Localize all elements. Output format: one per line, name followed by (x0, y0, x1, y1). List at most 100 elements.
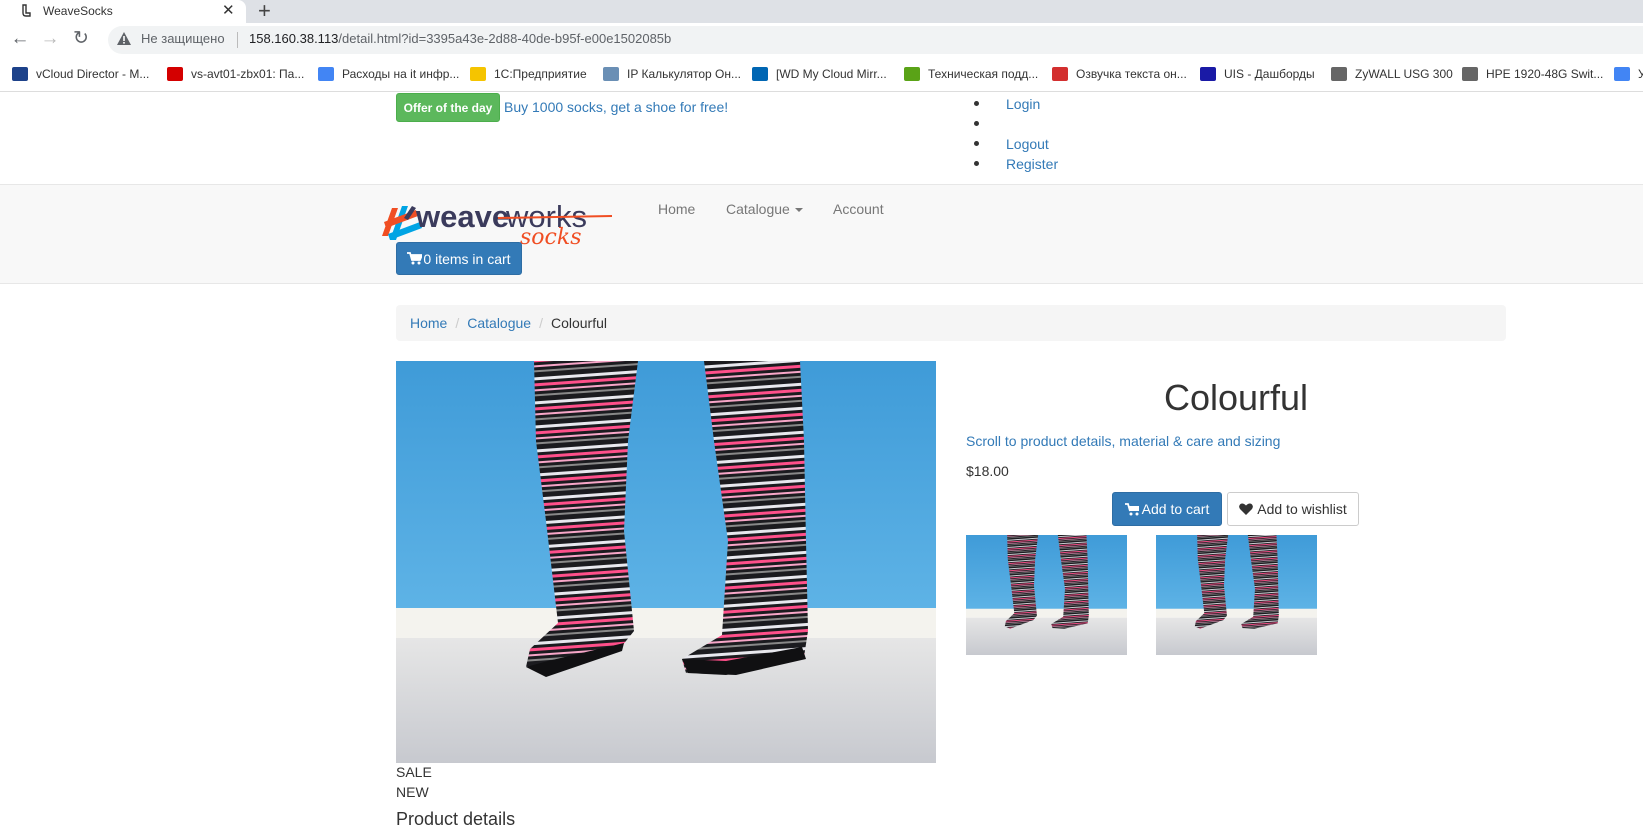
url-host: 158.160.38.113 (249, 31, 339, 46)
zabbix-icon (167, 67, 183, 81)
breadcrumb: Home / Catalogue / Colourful (396, 305, 1506, 341)
voice-icon (1052, 67, 1068, 81)
breadcrumb-current: Colourful (550, 315, 607, 331)
security-status: Не защищено (141, 31, 225, 46)
bookmark-label: Расходы на it инфр... (342, 67, 460, 81)
breadcrumb-separator: / (455, 315, 460, 331)
bookmarks-bar: vCloud Director - M... vs-avt01-zbx01: Па… (0, 56, 1643, 92)
user-menu: Login Logout Register (973, 94, 1058, 174)
bookmark-label: [WD My Cloud Mirr... (776, 67, 887, 81)
logout-link[interactable]: Logout (1006, 136, 1049, 152)
new-label: NEW (396, 784, 429, 800)
cart-icon (1124, 502, 1139, 515)
close-tab-icon[interactable]: ✕ (222, 0, 235, 22)
user-menu-item-login: Login (973, 94, 1058, 114)
product-main-image[interactable] (396, 361, 936, 763)
bookmark-item[interactable]: UIS - Дашборды (1200, 64, 1315, 84)
breadcrumb-home[interactable]: Home (410, 315, 447, 331)
breadcrumb-separator: / (539, 315, 543, 331)
tab-title: WeaveSocks (43, 4, 113, 18)
chevron-down-icon (794, 208, 803, 213)
bookmark-label: У (1638, 67, 1643, 81)
bookmark-item[interactable]: IP Калькулятор Он... (603, 64, 741, 84)
add-to-cart-button[interactable]: Add to cart (1112, 492, 1222, 526)
bookmark-item[interactable]: vCloud Director - M... (12, 64, 149, 84)
bookmark-label: vs-avt01-zbx01: Па... (191, 67, 305, 81)
site-navbar: weave works socks Home Catalogue Account… (0, 184, 1643, 284)
offer-of-the-day-button[interactable]: Offer of the day (396, 93, 500, 122)
logo-mark-icon: weave works socks (382, 199, 613, 250)
wd-icon (752, 67, 768, 81)
product-title: Colourful (1163, 377, 1309, 418)
bookmark-item[interactable]: ZyWALL USG 300 (1331, 64, 1453, 84)
address-bar[interactable]: Не защищено 158.160.38.113/detail.html?i… (108, 26, 1643, 54)
bookmark-item[interactable]: Расходы на it инфр... (318, 64, 459, 84)
svg-text:weave: weave (415, 200, 509, 234)
thumbnail-image (1156, 535, 1317, 655)
product-price: $18.00 (966, 463, 1009, 479)
bookmark-label: ZyWALL USG 300 (1355, 67, 1453, 81)
nav-catalogue-label: Catalogue (726, 201, 790, 217)
bookmark-item[interactable]: [WD My Cloud Mirr... (752, 64, 887, 84)
scroll-to-details-link[interactable]: Scroll to product details, material & ca… (966, 433, 1280, 449)
nav-account[interactable]: Account (833, 201, 884, 217)
bookmark-label: IP Калькулятор Он... (627, 67, 741, 81)
product-thumbnail[interactable] (1156, 535, 1317, 655)
bookmark-item[interactable]: 1С:Предприятие (470, 64, 587, 84)
bookmark-item[interactable]: vs-avt01-zbx01: Па... (167, 64, 304, 84)
cart-icon (407, 252, 423, 265)
cart-button[interactable]: 0 items in cart (396, 242, 522, 275)
bookmark-item[interactable]: У (1614, 64, 1643, 84)
globe-icon (1331, 67, 1347, 81)
product-details-heading: Product details (396, 809, 516, 829)
browser-tab-bar: WeaveSocks ✕ + (0, 0, 1643, 23)
striped-socks-photo (396, 361, 936, 763)
ip-calc-icon (603, 67, 619, 81)
cart-label: 0 items in cart (423, 250, 511, 267)
bookmark-item[interactable]: Озвучка текста он... (1052, 64, 1187, 84)
weavesocks-favicon-icon (22, 4, 31, 17)
add-to-wishlist-button[interactable]: Add to wishlist (1227, 492, 1359, 526)
product-thumbnail[interactable] (966, 535, 1127, 655)
nav-home[interactable]: Home (658, 201, 695, 217)
omnibox-divider (237, 32, 238, 48)
warning-icon[interactable] (116, 31, 132, 47)
heart-icon (1239, 503, 1254, 515)
breadcrumb-catalogue[interactable]: Catalogue (467, 315, 531, 331)
new-tab-button[interactable]: + (258, 0, 271, 24)
weaveworks-socks-logo[interactable]: weave works socks (380, 199, 620, 250)
page-content: Offer of the day Buy 1000 socks, get a s… (0, 92, 1643, 835)
google-icon (318, 67, 334, 81)
browser-toolbar: ← → ↻ Не защищено 158.160.38.113/detail.… (0, 23, 1643, 56)
bookmark-label: Техническая подд... (928, 67, 1039, 81)
login-link[interactable]: Login (1006, 96, 1040, 112)
bookmark-label: HPE 1920-48G Swit... (1486, 67, 1604, 81)
sale-label: SALE (396, 764, 432, 780)
url-text[interactable]: 158.160.38.113/detail.html?id=3395a43e-2… (249, 31, 671, 46)
url-path: /detail.html?id=3395a43e-2d88-40de-b95f-… (338, 31, 672, 46)
register-link[interactable]: Register (1006, 156, 1058, 172)
back-icon[interactable]: ← (9, 28, 31, 50)
bookmark-label: vCloud Director - M... (36, 67, 150, 81)
user-menu-item-register: Register (973, 154, 1058, 174)
user-menu-item-empty (973, 114, 1058, 134)
user-menu-item-logout: Logout (973, 134, 1058, 154)
bookmark-label: UIS - Дашборды (1224, 67, 1315, 81)
docs-icon (1614, 67, 1630, 81)
add-to-wishlist-label: Add to wishlist (1257, 501, 1347, 517)
it-icon (904, 67, 920, 81)
svg-text:socks: socks (520, 225, 581, 246)
thumbnail-image (966, 535, 1127, 655)
nav-catalogue[interactable]: Catalogue (726, 201, 803, 217)
bookmark-label: 1С:Предприятие (494, 67, 587, 81)
bookmark-item[interactable]: HPE 1920-48G Swit... (1462, 64, 1603, 84)
bookmark-item[interactable]: Техническая подд... (904, 64, 1038, 84)
1c-icon (470, 67, 486, 81)
offer-link[interactable]: Buy 1000 socks, get a shoe for free! (504, 99, 728, 115)
bookmark-label: Озвучка текста он... (1076, 67, 1187, 81)
add-to-cart-label: Add to cart (1141, 501, 1210, 517)
browser-tab[interactable]: WeaveSocks ✕ (0, 0, 246, 23)
forward-icon[interactable]: → (39, 28, 61, 50)
reload-icon[interactable]: ↻ (70, 28, 92, 50)
vmware-icon (12, 67, 28, 81)
